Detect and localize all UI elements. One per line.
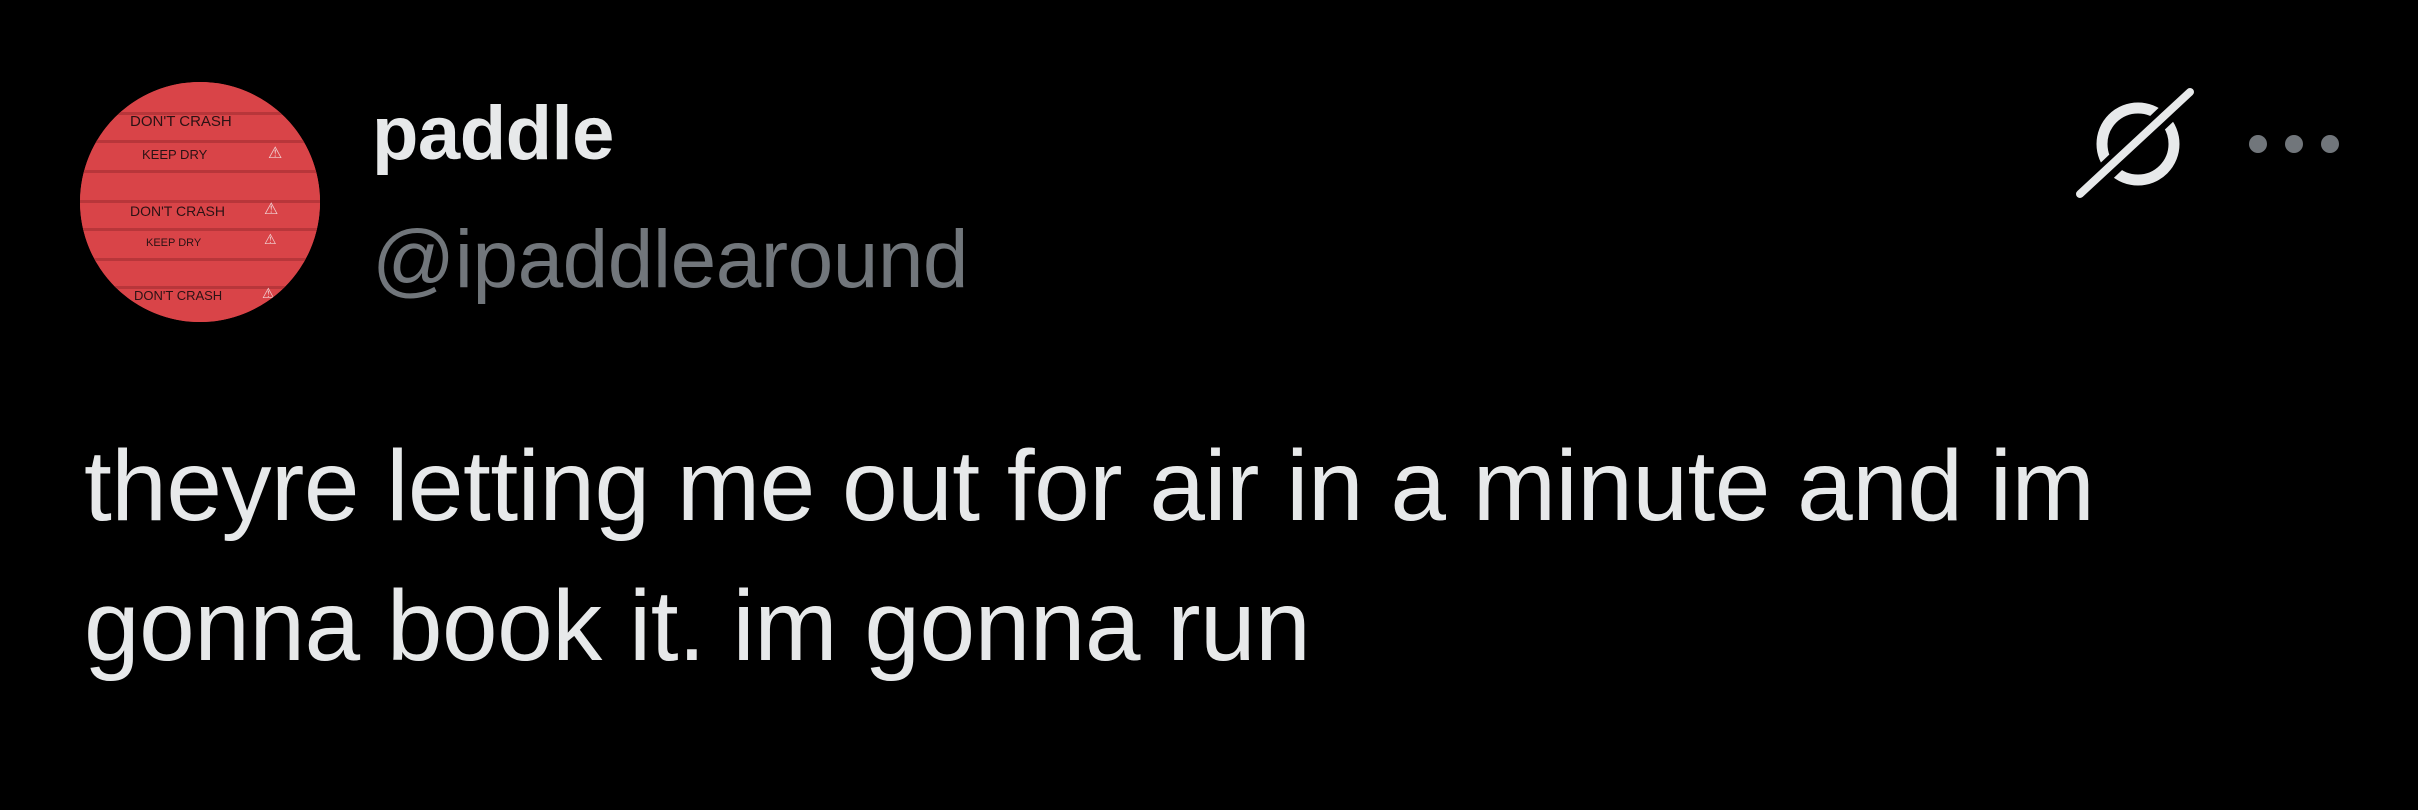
avatar-label-4: KEEP DRY [146,237,202,249]
avatar-label-3: DON'T CRASH [130,203,225,219]
avatar-label-2: KEEP DRY [142,147,208,162]
avatar-label-1: DON'T CRASH [130,113,232,130]
author-display-name[interactable]: paddle [372,96,614,172]
avatar-image: DON'T CRASH KEEP DRY DON'T CRASH KEEP DR… [80,82,320,322]
svg-text:⚠: ⚠ [264,201,278,218]
avatar-label-5: DON'T CRASH [134,288,222,303]
tweet-card: DON'T CRASH KEEP DRY DON'T CRASH KEEP DR… [0,0,2418,810]
tweet-text: theyre letting me out for air in a minut… [84,430,2095,682]
svg-text:⚠: ⚠ [268,145,282,162]
avatar[interactable]: DON'T CRASH KEEP DRY DON'T CRASH KEEP DR… [80,82,320,322]
svg-text:⚠: ⚠ [262,285,275,301]
more-horizontal-icon[interactable] [2240,116,2348,172]
author-handle[interactable]: @ipaddlearound [372,219,969,301]
grok-icon[interactable] [2072,86,2200,202]
svg-text:⚠: ⚠ [264,231,277,247]
